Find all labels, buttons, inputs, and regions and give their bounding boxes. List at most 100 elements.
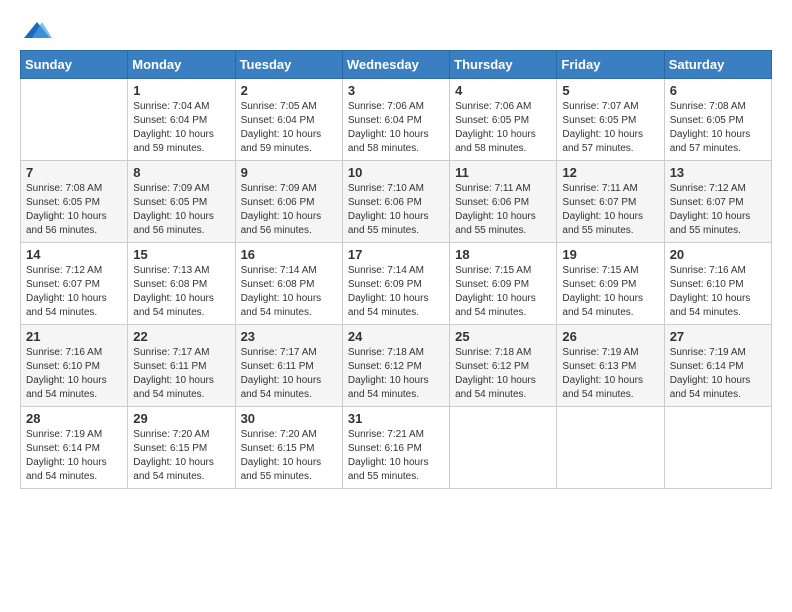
day-info: Sunrise: 7:09 AM Sunset: 6:05 PM Dayligh… (133, 182, 229, 238)
calendar-day-cell: 16Sunrise: 7:14 AM Sunset: 6:08 PM Dayli… (235, 243, 342, 325)
day-info: Sunrise: 7:11 AM Sunset: 6:07 PM Dayligh… (562, 182, 658, 238)
calendar-day-cell (557, 407, 664, 489)
calendar-day-cell: 8 Sunrise: 7:09 AM Sunset: 6:05 PM Daylig… (128, 161, 235, 243)
weekday-header: Sunday (21, 51, 128, 79)
calendar-day-cell: 29 Sunrise: 7:20 AM Sunset: 6:15 PM Dayli… (128, 407, 235, 489)
page-header (20, 20, 772, 40)
day-number: 25 (455, 329, 551, 344)
calendar-day-cell: 11Sunrise: 7:11 AM Sunset: 6:06 PM Dayli… (450, 161, 557, 243)
day-number: 5 (562, 83, 658, 98)
calendar-day-cell: 28 Sunrise: 7:19 AM Sunset: 6:14 PM Dayli… (21, 407, 128, 489)
day-info: Sunrise: 7:19 AM Sunset: 6:14 PM Dayligh… (670, 346, 766, 402)
day-number: 21 (26, 329, 122, 344)
day-number: 27 (670, 329, 766, 344)
day-info: Sunrise: 7:06 AM Sunset: 6:05 PM Dayligh… (455, 100, 551, 156)
calendar-week-row: 28 Sunrise: 7:19 AM Sunset: 6:14 PM Dayli… (21, 407, 772, 489)
calendar-day-cell: 6Sunrise: 7:08 AM Sunset: 6:05 PM Daylig… (664, 79, 771, 161)
calendar-day-cell: 31 Sunrise: 7:21 AM Sunset: 6:16 PM Dayli… (342, 407, 449, 489)
day-info: Sunrise: 7:07 AM Sunset: 6:05 PM Dayligh… (562, 100, 658, 156)
day-info: Sunrise: 7:20 AM Sunset: 6:15 PM Dayligh… (241, 428, 337, 484)
calendar-table: SundayMondayTuesdayWednesdayThursdayFrid… (20, 50, 772, 489)
day-number: 14 (26, 247, 122, 262)
calendar-day-cell (450, 407, 557, 489)
day-number: 12 (562, 165, 658, 180)
day-number: 13 (670, 165, 766, 180)
calendar-day-cell: 27 Sunrise: 7:19 AM Sunset: 6:14 PM Dayli… (664, 325, 771, 407)
day-info: Sunrise: 7:21 AM Sunset: 6:16 PM Dayligh… (348, 428, 444, 484)
calendar-week-row: 7 Sunrise: 7:08 AM Sunset: 6:05 PM Daylig… (21, 161, 772, 243)
calendar-week-row: 21Sunrise: 7:16 AM Sunset: 6:10 PM Dayli… (21, 325, 772, 407)
day-info: Sunrise: 7:19 AM Sunset: 6:13 PM Dayligh… (562, 346, 658, 402)
day-info: Sunrise: 7:13 AM Sunset: 6:08 PM Dayligh… (133, 264, 229, 320)
calendar-day-cell: 13Sunrise: 7:12 AM Sunset: 6:07 PM Dayli… (664, 161, 771, 243)
day-info: Sunrise: 7:14 AM Sunset: 6:09 PM Dayligh… (348, 264, 444, 320)
day-info: Sunrise: 7:09 AM Sunset: 6:06 PM Dayligh… (241, 182, 337, 238)
calendar-day-cell: 30 Sunrise: 7:20 AM Sunset: 6:15 PM Dayli… (235, 407, 342, 489)
day-number: 8 (133, 165, 229, 180)
day-number: 22 (133, 329, 229, 344)
calendar-day-cell: 22 Sunrise: 7:17 AM Sunset: 6:11 PM Dayli… (128, 325, 235, 407)
day-info: Sunrise: 7:18 AM Sunset: 6:12 PM Dayligh… (348, 346, 444, 402)
calendar-day-cell: 17 Sunrise: 7:14 AM Sunset: 6:09 PM Dayli… (342, 243, 449, 325)
day-number: 20 (670, 247, 766, 262)
day-info: Sunrise: 7:17 AM Sunset: 6:11 PM Dayligh… (241, 346, 337, 402)
day-number: 30 (241, 411, 337, 426)
weekday-header: Wednesday (342, 51, 449, 79)
day-info: Sunrise: 7:10 AM Sunset: 6:06 PM Dayligh… (348, 182, 444, 238)
calendar-day-cell: 19 Sunrise: 7:15 AM Sunset: 6:09 PM Dayli… (557, 243, 664, 325)
day-info: Sunrise: 7:12 AM Sunset: 6:07 PM Dayligh… (26, 264, 122, 320)
weekday-header: Saturday (664, 51, 771, 79)
calendar-day-cell: 15Sunrise: 7:13 AM Sunset: 6:08 PM Dayli… (128, 243, 235, 325)
day-info: Sunrise: 7:06 AM Sunset: 6:04 PM Dayligh… (348, 100, 444, 156)
day-number: 28 (26, 411, 122, 426)
day-number: 17 (348, 247, 444, 262)
calendar-header-row: SundayMondayTuesdayWednesdayThursdayFrid… (21, 51, 772, 79)
weekday-header: Friday (557, 51, 664, 79)
day-info: Sunrise: 7:15 AM Sunset: 6:09 PM Dayligh… (562, 264, 658, 320)
calendar-day-cell: 18Sunrise: 7:15 AM Sunset: 6:09 PM Dayli… (450, 243, 557, 325)
calendar-day-cell: 3 Sunrise: 7:06 AM Sunset: 6:04 PM Daylig… (342, 79, 449, 161)
calendar-day-cell: 24 Sunrise: 7:18 AM Sunset: 6:12 PM Dayli… (342, 325, 449, 407)
day-info: Sunrise: 7:20 AM Sunset: 6:15 PM Dayligh… (133, 428, 229, 484)
calendar-day-cell: 4Sunrise: 7:06 AM Sunset: 6:05 PM Daylig… (450, 79, 557, 161)
calendar-day-cell: 12 Sunrise: 7:11 AM Sunset: 6:07 PM Dayli… (557, 161, 664, 243)
calendar-day-cell: 23Sunrise: 7:17 AM Sunset: 6:11 PM Dayli… (235, 325, 342, 407)
day-number: 7 (26, 165, 122, 180)
calendar-day-cell: 2Sunrise: 7:05 AM Sunset: 6:04 PM Daylig… (235, 79, 342, 161)
calendar-day-cell (21, 79, 128, 161)
day-info: Sunrise: 7:17 AM Sunset: 6:11 PM Dayligh… (133, 346, 229, 402)
day-number: 19 (562, 247, 658, 262)
day-info: Sunrise: 7:15 AM Sunset: 6:09 PM Dayligh… (455, 264, 551, 320)
calendar-day-cell: 21Sunrise: 7:16 AM Sunset: 6:10 PM Dayli… (21, 325, 128, 407)
calendar-day-cell: 5 Sunrise: 7:07 AM Sunset: 6:05 PM Daylig… (557, 79, 664, 161)
day-info: Sunrise: 7:04 AM Sunset: 6:04 PM Dayligh… (133, 100, 229, 156)
day-info: Sunrise: 7:18 AM Sunset: 6:12 PM Dayligh… (455, 346, 551, 402)
calendar-day-cell: 14 Sunrise: 7:12 AM Sunset: 6:07 PM Dayli… (21, 243, 128, 325)
day-number: 29 (133, 411, 229, 426)
calendar-week-row: 14 Sunrise: 7:12 AM Sunset: 6:07 PM Dayli… (21, 243, 772, 325)
day-number: 16 (241, 247, 337, 262)
calendar-day-cell: 26 Sunrise: 7:19 AM Sunset: 6:13 PM Dayli… (557, 325, 664, 407)
day-number: 31 (348, 411, 444, 426)
logo-icon (22, 20, 52, 40)
calendar-day-cell: 10Sunrise: 7:10 AM Sunset: 6:06 PM Dayli… (342, 161, 449, 243)
calendar-day-cell (664, 407, 771, 489)
day-number: 24 (348, 329, 444, 344)
calendar-week-row: 1 Sunrise: 7:04 AM Sunset: 6:04 PM Daylig… (21, 79, 772, 161)
calendar-day-cell: 9 Sunrise: 7:09 AM Sunset: 6:06 PM Daylig… (235, 161, 342, 243)
logo (20, 20, 54, 40)
calendar-day-cell: 1 Sunrise: 7:04 AM Sunset: 6:04 PM Daylig… (128, 79, 235, 161)
day-info: Sunrise: 7:08 AM Sunset: 6:05 PM Dayligh… (26, 182, 122, 238)
day-number: 3 (348, 83, 444, 98)
weekday-header: Tuesday (235, 51, 342, 79)
calendar-day-cell: 20 Sunrise: 7:16 AM Sunset: 6:10 PM Dayli… (664, 243, 771, 325)
day-info: Sunrise: 7:19 AM Sunset: 6:14 PM Dayligh… (26, 428, 122, 484)
weekday-header: Monday (128, 51, 235, 79)
day-info: Sunrise: 7:16 AM Sunset: 6:10 PM Dayligh… (670, 264, 766, 320)
day-number: 26 (562, 329, 658, 344)
day-number: 1 (133, 83, 229, 98)
day-number: 9 (241, 165, 337, 180)
day-number: 6 (670, 83, 766, 98)
day-number: 11 (455, 165, 551, 180)
day-number: 2 (241, 83, 337, 98)
